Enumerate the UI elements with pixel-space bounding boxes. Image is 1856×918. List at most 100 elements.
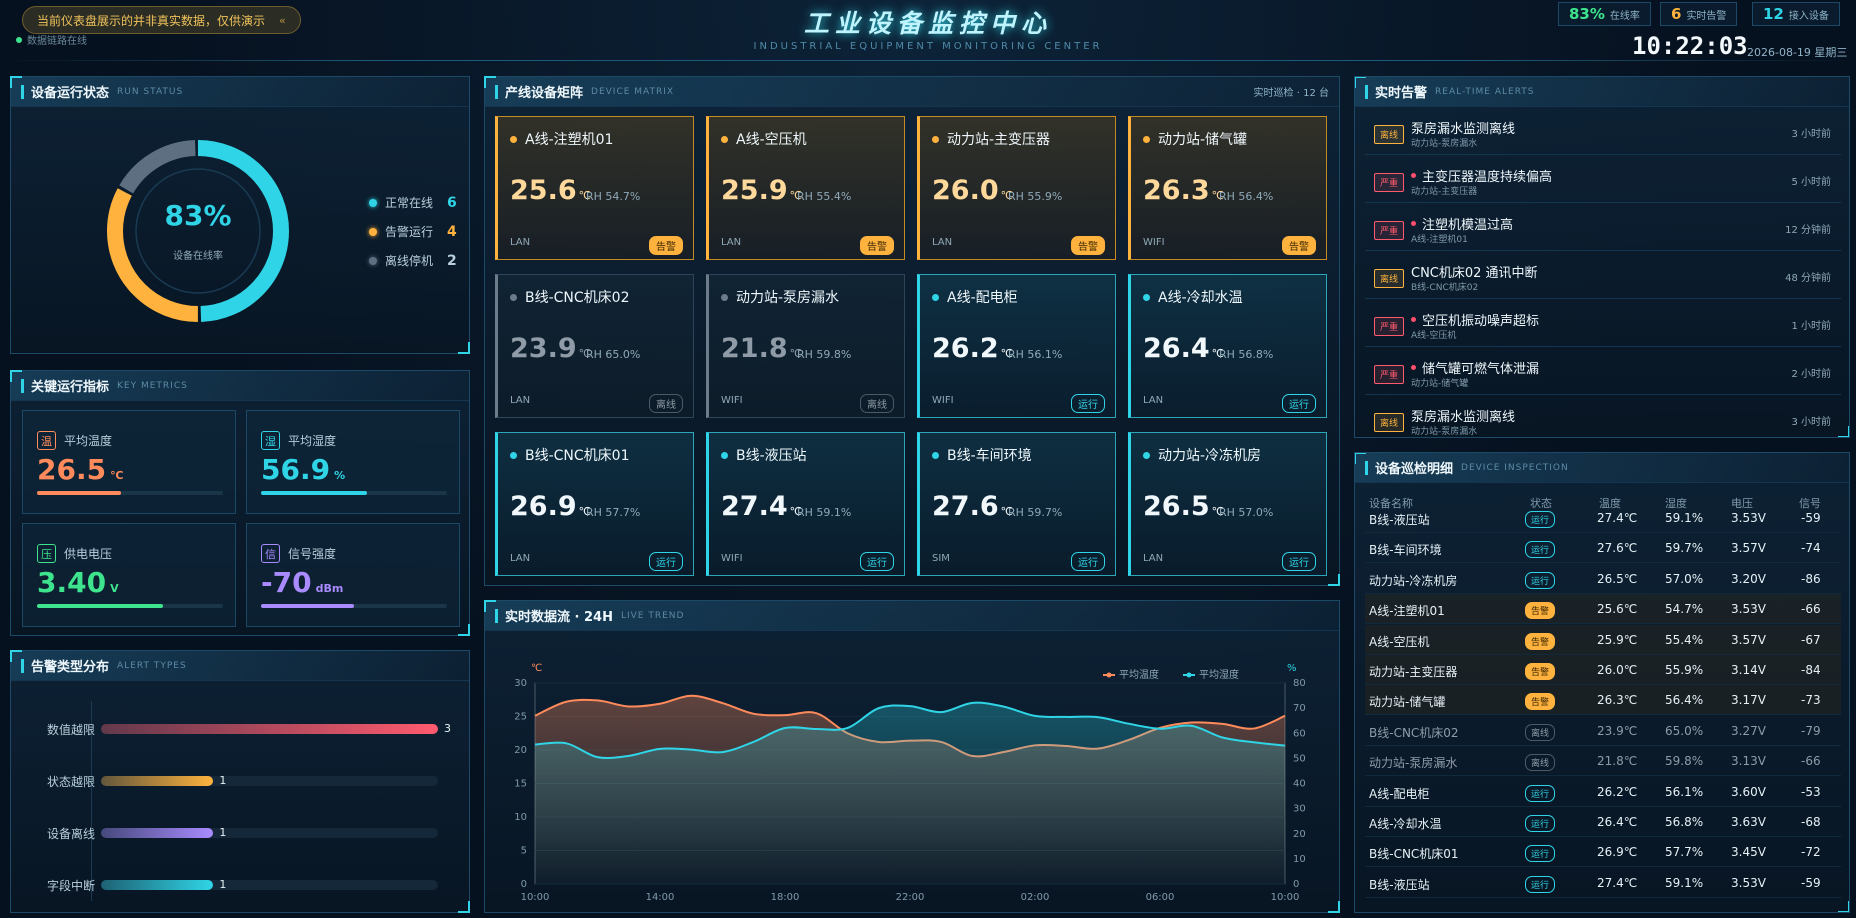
device-card[interactable]: 动力站-主变压器 26.0 ℃ RH 55.9% LAN 告警 <box>917 116 1116 260</box>
table-row[interactable]: A线-注塑机01 25.6℃ 54.7% 3.53V -66 告警 <box>1365 594 1841 625</box>
table-row[interactable]: B线-液压站 27.4℃ 59.1% 3.53V -59 运行 <box>1365 868 1841 898</box>
y-tick-left: 25 <box>514 712 527 723</box>
alert-dot-icon <box>1411 173 1416 178</box>
panel-title: 实时告警 <box>1375 86 1428 101</box>
alert-type-track <box>101 828 438 838</box>
alert-item[interactable]: 离线 CNC机床02 通讯中断 B线-CNC机床02 48 分钟前 <box>1365 255 1841 299</box>
device-status-badge: 运行 <box>1282 394 1316 413</box>
legend-label: 平均湿度 <box>1199 668 1239 681</box>
device-card[interactable]: 动力站-储气罐 26.3 ℃ RH 56.4% WIFI 告警 <box>1128 116 1327 260</box>
table-row[interactable]: 动力站-主变压器 26.0℃ 55.9% 3.14V -84 告警 <box>1365 655 1841 685</box>
table-row[interactable]: B线-CNC机床01 26.9℃ 57.7% 3.45V -72 运行 <box>1365 837 1841 868</box>
table-row[interactable]: 动力站-冷冻机房 26.5℃ 57.0% 3.20V -86 运行 <box>1365 564 1841 594</box>
cell-sig: -67 <box>1801 632 1821 647</box>
alert-item[interactable]: 离线 泵房漏水监测离线 动力站-泵房漏水 3 小时前 <box>1365 111 1841 155</box>
metric-label: 平均湿度 <box>288 434 337 448</box>
device-temp-value: 26.3 <box>1143 175 1210 206</box>
cell-name: B线-CNC机床02 <box>1369 725 1459 740</box>
device-card[interactable]: A线-空压机 25.9 ℃ RH 55.4% LAN 告警 <box>706 116 905 260</box>
clock: 10:22:03 <box>1632 32 1748 60</box>
alert-item[interactable]: 严重 主变压器温度持续偏高 动力站-主变压器 5 小时前 <box>1365 159 1841 203</box>
metric-label: 平均温度 <box>64 434 113 448</box>
device-temp-value: 26.9 <box>510 491 577 522</box>
status-pill: 运行 <box>1525 815 1556 832</box>
y-tick-right: 80 <box>1293 678 1306 689</box>
device-temp: 23.9 ℃ <box>510 333 591 364</box>
device-name: 动力站-储气罐 <box>1143 129 1247 149</box>
device-name-text: A线-冷却水温 <box>1158 290 1243 306</box>
alert-item[interactable]: 严重 注塑机模温过高 A线-注塑机01 12 分钟前 <box>1365 207 1841 251</box>
device-card[interactable]: 动力站-泵房漏水 21.8 ℃ RH 59.8% WIFI 离线 <box>706 274 905 418</box>
table-row[interactable]: 动力站-泵房漏水 21.8℃ 59.8% 3.13V -66 离线 <box>1365 746 1841 777</box>
device-temp-value: 27.4 <box>721 491 788 522</box>
device-name: 动力站-泵房漏水 <box>721 287 839 307</box>
cell-temp: 26.0℃ <box>1597 663 1638 677</box>
device-network: LAN <box>510 553 531 564</box>
table-row[interactable]: A线-配电柜 26.2℃ 56.1% 3.60V -53 运行 <box>1365 777 1841 807</box>
alert-item[interactable]: 严重 空压机振动噪声超标 A线-空压机 1 小时前 <box>1365 303 1841 347</box>
stat-online-rate: 83% 在线率 <box>1558 2 1651 26</box>
device-card[interactable]: A线-注塑机01 25.6 ℃ RH 54.7% LAN 告警 <box>495 116 694 260</box>
cell-temp: 26.5℃ <box>1597 571 1638 586</box>
panel-title-en: KEY METRICS <box>117 380 188 391</box>
inspection-table-body[interactable]: B线-液压站 27.4℃ 59.1% 3.53V -59 运行 B线-车间环境 27.6℃ 59… <box>1365 511 1841 909</box>
device-card[interactable]: A线-配电柜 26.2 ℃ RH 56.1% WIFI 运行 <box>917 274 1116 418</box>
y-tick-left: 0 <box>521 879 527 890</box>
alert-type-bar <box>101 724 438 734</box>
cell-name: A线-冷却水温 <box>1369 817 1442 831</box>
table-row[interactable]: B线-CNC机床02 23.9℃ 65.0% 3.27V -79 离线 <box>1365 716 1841 746</box>
table-row[interactable]: 动力站-储气罐 26.3℃ 56.4% 3.17V -73 告警 <box>1365 685 1841 716</box>
device-network: WIFI <box>721 553 743 564</box>
table-row[interactable]: A线-空压机 25.9℃ 55.4% 3.57V -67 告警 <box>1365 624 1841 655</box>
alert-types-panel: 告警类型分布 ALERT TYPES 数值越限 3 状态越限 1 设备离线 1 字段中断 1 <box>10 650 470 913</box>
device-card[interactable]: A线-冷却水温 26.4 ℃ RH 56.8% LAN 运行 <box>1128 274 1327 418</box>
device-card[interactable]: 动力站-冷冻机房 26.5 ℃ RH 57.0% LAN 运行 <box>1128 432 1327 576</box>
x-tick: 10:00 <box>1271 892 1300 903</box>
metric-unit: dBm <box>315 582 344 595</box>
cell-hum: 56.8% <box>1665 815 1704 829</box>
table-row[interactable]: A线-冷却水温 26.4℃ 56.8% 3.63V -68 运行 <box>1365 807 1841 837</box>
device-name-text: B线-车间环境 <box>947 448 1032 464</box>
metric-card-voltage: 压供电电压 3.40 V <box>22 523 236 627</box>
cell-hum: 57.7% <box>1665 845 1704 860</box>
table-row[interactable]: B线-车间环境 27.6℃ 59.7% 3.57V -74 运行 <box>1365 533 1841 564</box>
cell-volt: 3.53V <box>1731 602 1766 617</box>
table-row[interactable]: B线-液压站 27.4℃ 59.1% 3.53V -59 运行 <box>1365 511 1841 533</box>
device-card[interactable]: B线-CNC机床02 23.9 ℃ RH 65.0% LAN 离线 <box>495 274 694 418</box>
cell-hum: 57.0% <box>1665 571 1704 586</box>
alert-level-tag: 严重 <box>1374 173 1405 192</box>
alert-title-text: 储气罐可燃气体泄漏 <box>1422 362 1540 377</box>
status-pill: 运行 <box>1525 571 1556 589</box>
alert-item[interactable]: 严重 储气罐可燃气体泄漏 动力站-储气罐 2 小时前 <box>1365 351 1841 395</box>
metric-level-bar <box>261 604 354 608</box>
status-pill: 运行 <box>1525 541 1556 559</box>
status-dot-icon <box>932 451 939 459</box>
stat-label: 在线率 <box>1609 10 1640 22</box>
device-network: WIFI <box>932 395 954 406</box>
alert-level-tag: 严重 <box>1374 221 1405 240</box>
cell-name: A线-注塑机01 <box>1369 604 1445 619</box>
cell-sig: -73 <box>1801 693 1821 708</box>
alert-type-label: 数值越限 <box>47 723 96 737</box>
device-card[interactable]: B线-CNC机床01 26.9 ℃ RH 57.7% LAN 运行 <box>495 432 694 576</box>
cell-name: 动力站-主变压器 <box>1369 665 1458 679</box>
metric-value: -70 <box>261 566 312 599</box>
legend-label: 正常在线 <box>385 196 434 210</box>
header-divider <box>0 60 1856 61</box>
device-humidity: RH 59.8% <box>797 348 852 361</box>
alert-item[interactable]: 离线 泵房漏水监测离线 动力站-泵房漏水 3 小时前 <box>1365 399 1841 437</box>
alert-source: 动力站-主变压器 <box>1411 187 1478 197</box>
device-network: LAN <box>1143 395 1164 406</box>
device-card[interactable]: B线-车间环境 27.6 ℃ RH 59.7% SIM 运行 <box>917 432 1116 576</box>
device-card[interactable]: B线-液压站 27.4 ℃ RH 59.1% WIFI 运行 <box>706 432 905 576</box>
legend-marker <box>1106 672 1112 678</box>
key-metrics-panel: 关键运行指标 KEY METRICS 温平均温度 26.5 ℃ 湿平均湿度 56.9… <box>10 370 470 636</box>
col-temp: 温度 <box>1599 497 1621 510</box>
status-dot-icon <box>721 451 728 459</box>
legend-count: 6 <box>447 194 457 211</box>
metric-value: 3.40 <box>37 566 107 599</box>
device-humidity: RH 56.4% <box>1219 190 1274 203</box>
cell-temp: 26.2℃ <box>1597 784 1638 799</box>
device-humidity: RH 55.4% <box>797 190 852 203</box>
device-humidity: RH 59.7% <box>1008 506 1063 519</box>
